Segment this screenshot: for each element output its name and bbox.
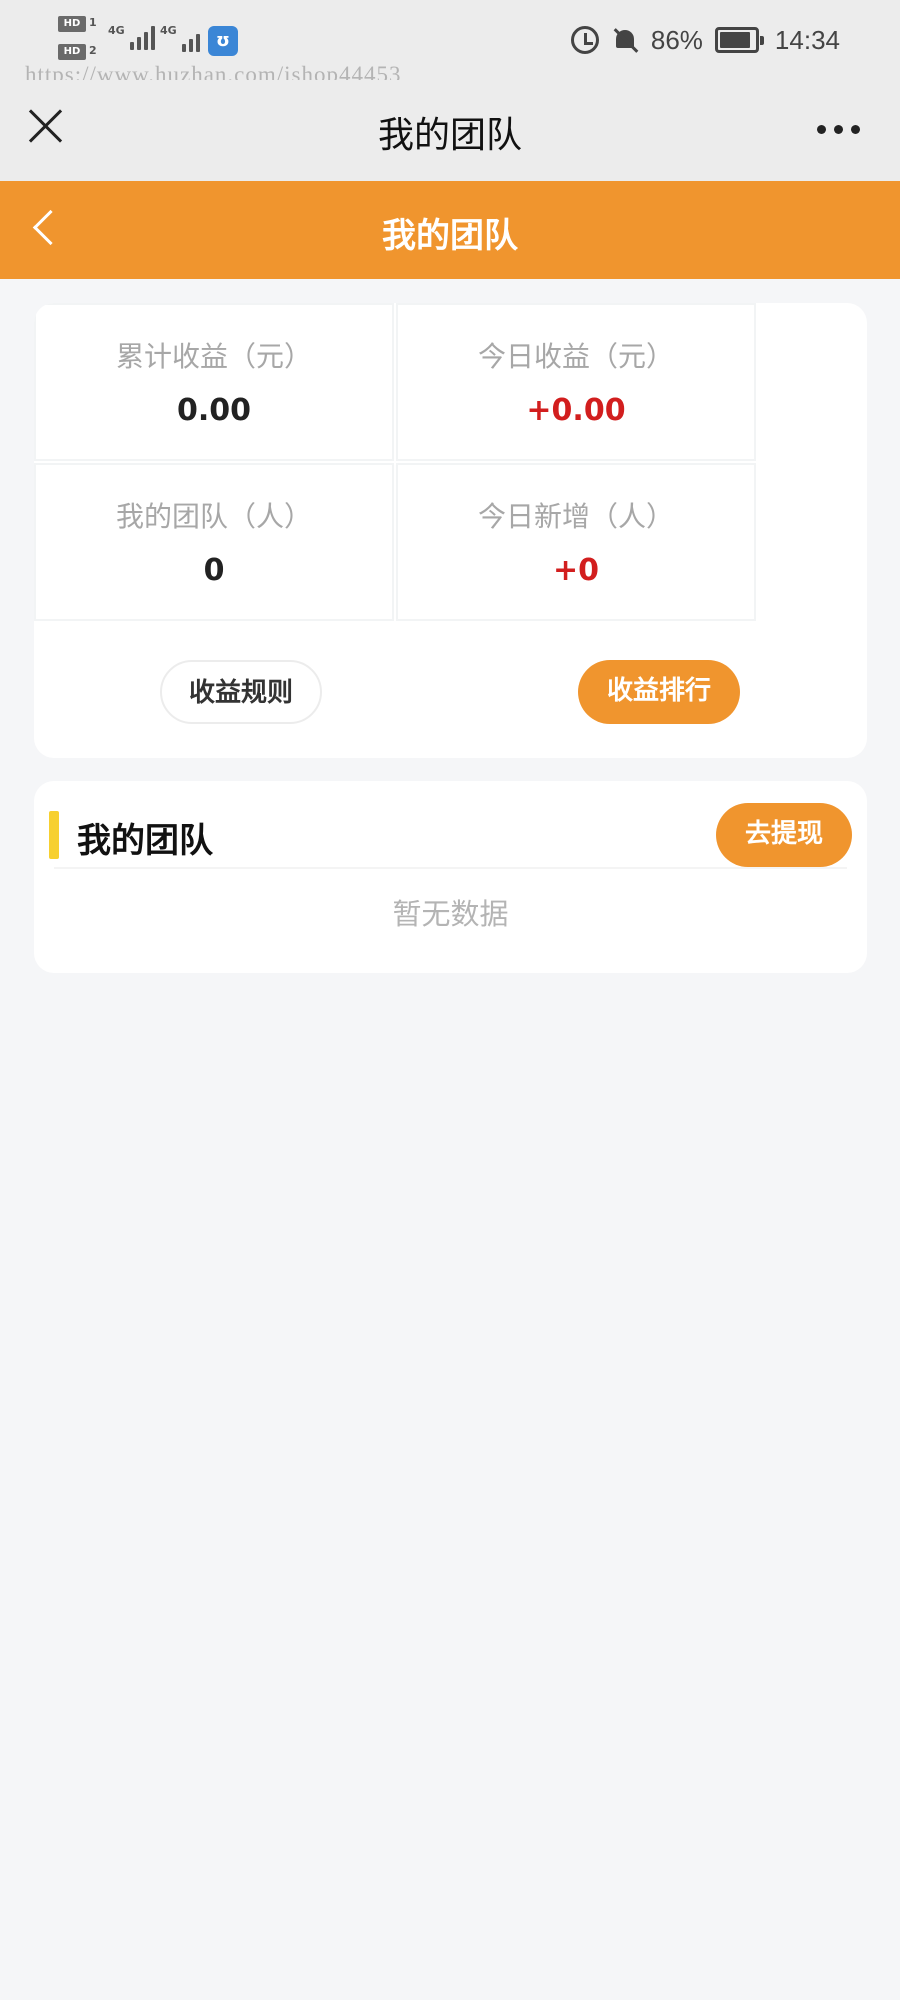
network-type-1: 4G: [108, 24, 125, 37]
stat-label: 今日收益（元）: [477, 340, 674, 373]
bell-off-icon: [611, 26, 639, 54]
page-title: 我的团队: [382, 216, 518, 256]
stat-total-earnings: 累计收益（元） 0.00: [34, 303, 394, 461]
battery-percent: 86%: [650, 24, 703, 55]
webview-title: 我的团队: [377, 115, 522, 156]
stats-card: 累计收益（元） 0.00 今日收益（元） +0.00 我的团队（人） 0 今日新…: [34, 303, 867, 758]
stat-today-new: 今日新增（人） +0: [396, 463, 756, 621]
stat-value: +0: [552, 553, 599, 588]
section-accent-bar: [49, 811, 59, 859]
network-type-2: 4G: [160, 24, 177, 37]
earnings-rules-button[interactable]: 收益规则: [160, 660, 322, 724]
stat-value: +0.00: [526, 393, 626, 428]
sim2-number: 2: [89, 44, 97, 57]
battery-icon: [714, 27, 764, 53]
stat-value: 0: [203, 553, 225, 588]
divider: [54, 867, 847, 869]
sim2-hd-badge: HD: [58, 44, 86, 60]
section-title: 我的团队: [77, 821, 213, 861]
alarm-icon: [570, 26, 599, 54]
sim1-number: 1: [89, 16, 97, 29]
stat-today-earnings: 今日收益（元） +0.00: [396, 303, 756, 461]
stat-label: 今日新增（人）: [477, 500, 674, 533]
sim1-hd-badge: HD: [58, 16, 86, 32]
stat-team-size: 我的团队（人） 0: [34, 463, 394, 621]
team-card: 我的团队 去提现 暂无数据: [34, 781, 867, 973]
earnings-ranking-button[interactable]: 收益排行: [578, 660, 740, 724]
more-icon[interactable]: [817, 125, 860, 134]
page-header: 我的团队: [0, 181, 900, 279]
webview-header: 我的团队: [0, 80, 900, 181]
withdraw-button[interactable]: 去提现: [716, 803, 852, 867]
signal-1-icon: [130, 24, 155, 50]
status-right: 86% 14:34: [570, 20, 840, 60]
clock: 14:34: [774, 24, 840, 55]
stat-value: 0.00: [176, 393, 252, 428]
stat-label: 累计收益（元）: [115, 340, 312, 373]
signal-2-icon: [182, 26, 200, 52]
empty-state-text: 暂无数据: [392, 897, 509, 931]
stat-label: 我的团队（人）: [115, 500, 312, 533]
app-notification-icon: ʊ: [208, 26, 238, 56]
sim-status: HD 1 HD 2 4G 4G ʊ: [58, 14, 258, 64]
